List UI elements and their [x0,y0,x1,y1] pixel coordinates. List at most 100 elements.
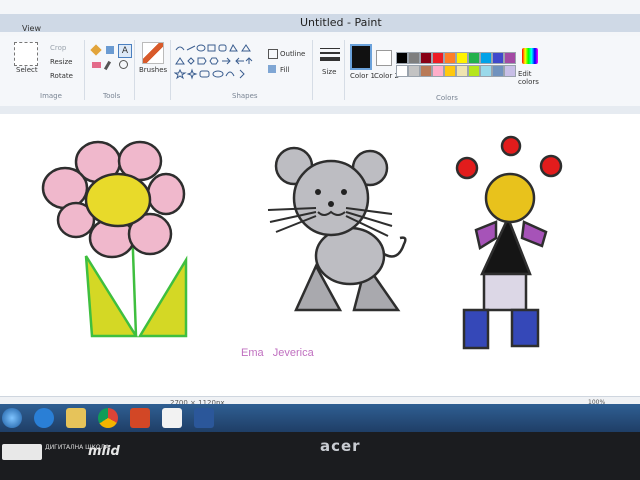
drawing: Ema Jeverica [41,135,563,359]
size-button[interactable]: Size [322,68,336,76]
file-explorer-icon[interactable] [66,408,86,428]
flower-leaf-right [137,255,188,338]
mouse-tail [383,236,407,258]
color2-swatch[interactable] [376,50,392,66]
colors-group-label: Colors [436,94,458,102]
text-icon[interactable]: A [118,44,132,58]
menu-view[interactable]: View [22,24,41,33]
select-label: Select [16,66,38,74]
magnifier-icon[interactable] [119,60,128,69]
rectangle-shape-icon [207,44,216,52]
palette-swatch[interactable] [468,52,480,64]
palette-swatch[interactable] [408,52,420,64]
palette-swatch[interactable] [492,52,504,64]
word-icon[interactable] [194,408,214,428]
taskbar [0,404,640,432]
chrome-icon[interactable] [98,408,118,428]
canvas-area: Ema Jeverica [0,114,640,396]
petal [146,172,186,216]
figure-head [484,172,536,224]
brushes-icon[interactable] [142,42,164,64]
figure-leg-left [462,308,490,350]
shapes-gallery[interactable] [174,42,260,82]
drawing-canvas[interactable]: Ema Jeverica [0,114,640,396]
mouse-head [292,159,370,237]
resize-button[interactable]: Resize [50,58,72,66]
ruler-strip [0,106,640,114]
palette-swatch[interactable] [396,65,408,77]
palette-swatch[interactable] [480,52,492,64]
color1-swatch[interactable] [350,44,372,70]
figure-leg-right [510,308,540,348]
select-button[interactable] [14,42,38,66]
star-4-shape-icon [186,68,198,80]
edit-colors-icon[interactable] [522,48,538,64]
palette-swatch[interactable] [396,52,408,64]
ribbon: Select Crop Resize Rotate Image A Tools … [0,36,640,107]
line-shape-icon [186,45,196,51]
crop-button[interactable]: Crop [50,44,66,52]
school-sticker [2,444,42,460]
screen: Untitled - Paint View Select Crop Resize… [0,0,640,432]
mouse-drawing [267,146,407,312]
curve-shape-icon [175,46,185,51]
flower-drawing [41,140,188,338]
outline-icon[interactable] [268,49,278,59]
rotate-button[interactable]: Rotate [50,72,73,80]
internet-explorer-icon[interactable] [34,408,54,428]
pentagon-shape-icon [197,57,207,65]
palette-swatch[interactable] [504,65,516,77]
paint-icon[interactable] [162,408,182,428]
callout-shape-icon [199,70,210,78]
color-picker-icon[interactable] [103,60,112,71]
palette-swatch[interactable] [432,65,444,77]
image-group-label: Image [40,92,62,100]
powerpoint-icon[interactable] [130,408,150,428]
star-shape-icon [174,68,187,80]
palette-swatch[interactable] [444,65,456,77]
palette-swatch[interactable] [420,65,432,77]
arrow-up-shape-icon [245,57,253,64]
mouse-eye [341,189,347,195]
right-triangle-shape-icon [175,57,185,65]
palette-swatch[interactable] [444,52,456,64]
eraser-icon[interactable] [92,62,101,68]
flower-center [84,172,152,228]
mouse-eye [315,189,321,195]
color1-label: Color 1 [350,72,375,80]
palette-swatch[interactable] [504,52,516,64]
brushes-button[interactable]: Brushes [139,66,167,74]
outline-dropdown[interactable]: Outline [280,50,305,58]
figure-drawing [455,135,563,350]
fill-shape-icon[interactable] [268,65,276,73]
sticker-brand: mlid [88,444,120,459]
palette-swatch[interactable] [480,65,492,77]
ball [539,154,563,178]
mouse-body [314,226,386,286]
palette-swatch[interactable] [492,65,504,77]
palette-swatch[interactable] [420,52,432,64]
palette-swatch[interactable] [468,65,480,77]
triangle-shape-icon [229,44,238,52]
fill-dropdown[interactable]: Fill [280,66,289,74]
shapes-group-label: Shapes [232,92,258,100]
start-orb-icon[interactable] [2,408,22,428]
figure-arm-right [520,220,548,248]
palette-swatch[interactable] [456,52,468,64]
polygon-shape-icon [241,44,251,52]
flower-leaf-left [84,255,139,338]
palette-swatch[interactable] [456,65,468,77]
fill-icon[interactable] [106,46,114,54]
size-icon[interactable] [320,48,340,61]
diamond-shape-icon [187,57,195,65]
palette-swatch[interactable] [408,65,420,77]
palette-swatch[interactable] [432,52,444,64]
ball [455,156,479,180]
pencil-icon[interactable] [90,44,102,56]
figure-hips [482,272,528,312]
oval-callout-shape-icon [212,70,224,78]
heart-shape-icon [225,71,235,77]
edit-colors-button[interactable]: Edit colors [518,70,548,86]
petal [41,166,89,210]
ball [500,135,522,157]
